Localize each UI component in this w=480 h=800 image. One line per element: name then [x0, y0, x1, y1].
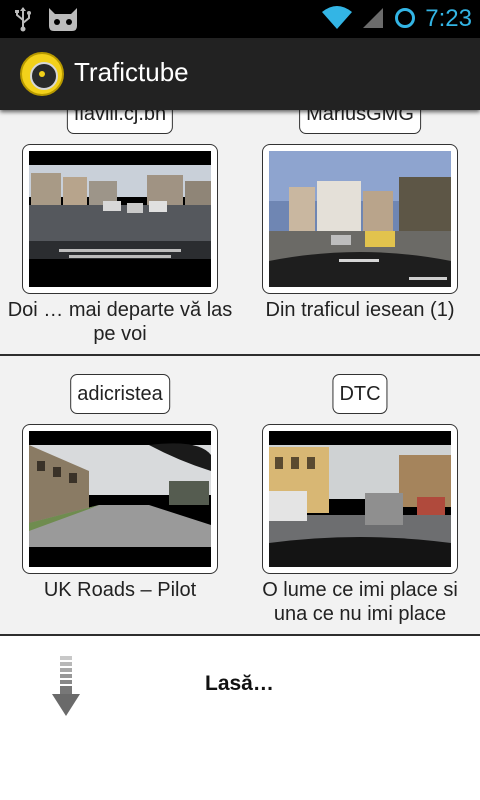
uploader-badge[interactable]: adicristea: [70, 374, 170, 414]
video-row: adicristea UK Roads – Pilot DTC O lume c…: [0, 356, 480, 636]
cell-signal-icon: [361, 4, 385, 34]
video-title[interactable]: O lume ce imi place si una ce nu imi pla…: [246, 578, 474, 626]
load-more-row[interactable]: Lasă…: [0, 636, 480, 800]
wifi-icon: [321, 4, 353, 34]
video-item[interactable]: adicristea UK Roads – Pilot: [0, 356, 240, 636]
video-thumbnail[interactable]: [262, 144, 458, 294]
video-thumbnail[interactable]: [262, 424, 458, 574]
status-bar-left: [14, 6, 80, 36]
video-item[interactable]: DTC O lume ce imi place si una ce nu imi…: [240, 356, 480, 636]
uploader-badge[interactable]: flaviii.cj.bh: [66, 110, 174, 134]
video-item[interactable]: flaviii.cj.bh Doi … mai departe vă las p…: [0, 110, 240, 356]
video-list[interactable]: flaviii.cj.bh Doi … mai departe vă las p…: [0, 110, 480, 800]
status-bar: 7:23: [0, 0, 480, 38]
alarm-circle-icon: [393, 4, 417, 34]
status-clock: 7:23: [425, 5, 472, 32]
video-title[interactable]: Doi … mai departe vă las pe voi: [6, 298, 234, 346]
video-thumbnail[interactable]: [22, 144, 218, 294]
app-title: Trafictube: [74, 57, 189, 87]
uploader-badge[interactable]: MariusGMG: [299, 110, 421, 134]
video-title[interactable]: UK Roads – Pilot: [6, 578, 234, 602]
video-item[interactable]: MariusGMG Din traficul iesean (1): [240, 110, 480, 356]
video-title[interactable]: Din traficul iesean (1): [246, 298, 474, 322]
status-bar-right: 7:23: [321, 4, 472, 34]
download-arrow-icon: [52, 656, 80, 718]
action-bar: Trafictube: [0, 38, 480, 110]
load-more-label[interactable]: Lasă…: [205, 672, 274, 696]
usb-icon: [14, 6, 32, 36]
android-debug-icon: [46, 6, 80, 36]
video-row: flaviii.cj.bh Doi … mai departe vă las p…: [0, 110, 480, 356]
app-logo-icon[interactable]: [20, 52, 64, 96]
uploader-badge[interactable]: DTC: [332, 374, 388, 414]
video-thumbnail[interactable]: [22, 424, 218, 574]
